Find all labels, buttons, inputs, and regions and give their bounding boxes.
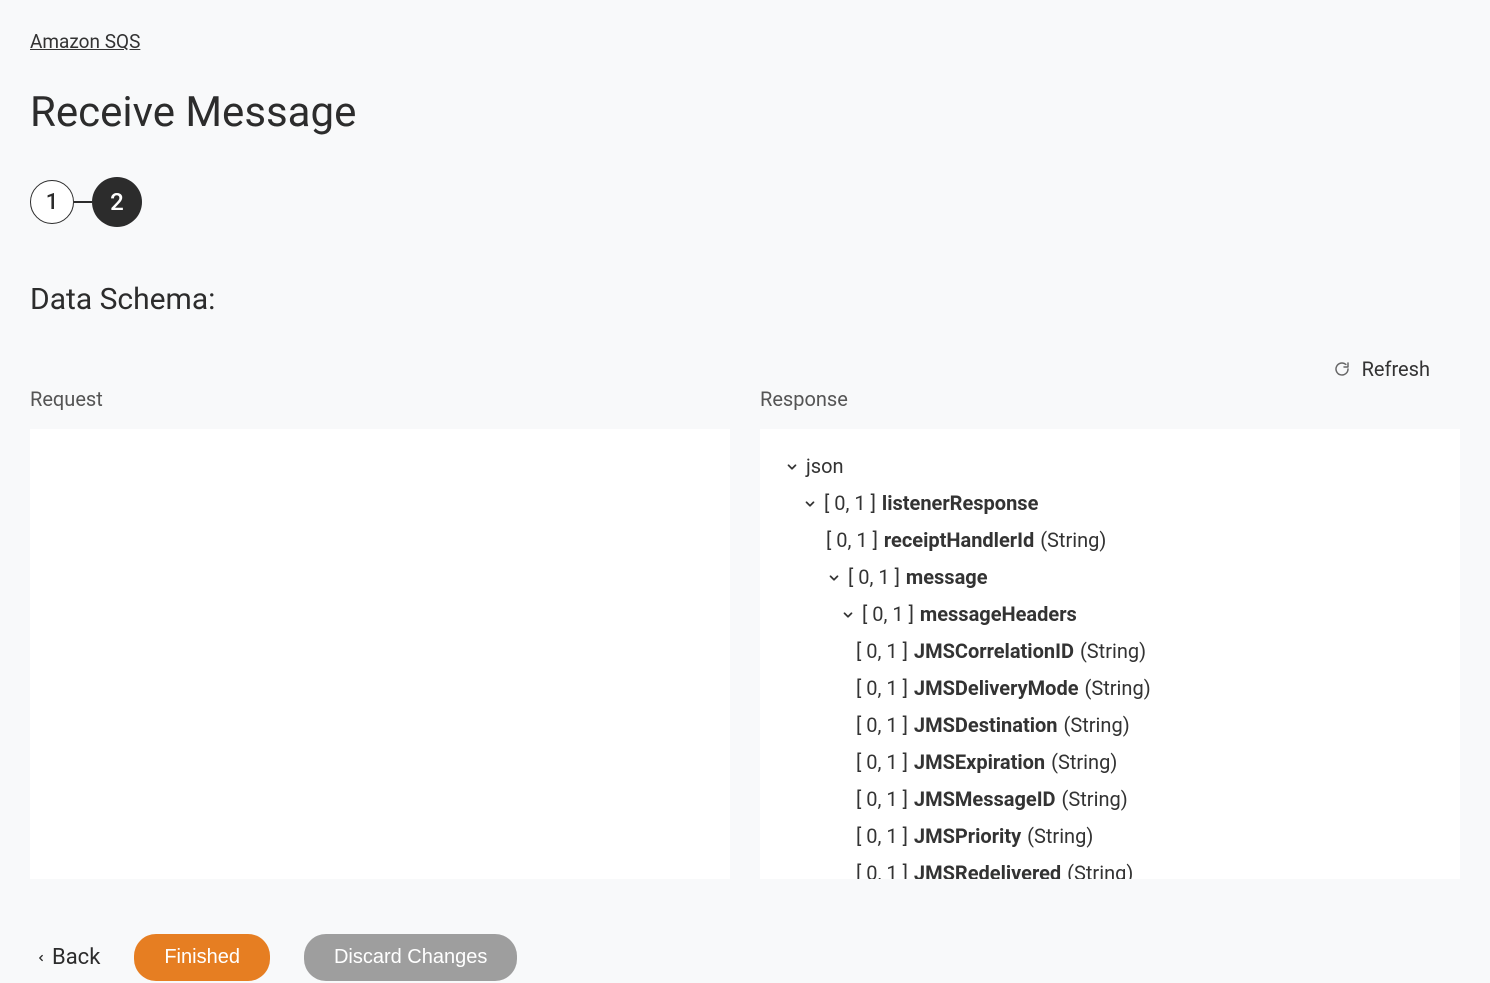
tree-node-header[interactable]: [ 0, 1 ]JMSDestination(String): [778, 710, 1442, 741]
tree-node-listener-response[interactable]: [ 0, 1 ] listenerResponse: [778, 488, 1442, 519]
cardinality: [ 0, 1 ]: [856, 858, 908, 879]
chevron-down-icon: [802, 496, 818, 512]
discard-changes-button[interactable]: Discard Changes: [304, 934, 517, 981]
tree-node-label: receiptHandlerId: [884, 525, 1034, 556]
cardinality: [ 0, 1 ]: [856, 636, 908, 667]
tree-node-type: (String): [1064, 710, 1130, 741]
tree-node-label: JMSDeliveryMode: [914, 673, 1079, 704]
tree-node-message[interactable]: [ 0, 1 ] message: [778, 562, 1442, 593]
tree-node-receipt-handler-id[interactable]: [ 0, 1 ] receiptHandlerId (String): [778, 525, 1442, 556]
chevron-down-icon: [826, 570, 842, 586]
back-label: Back: [52, 945, 100, 970]
tree-node-label: JMSMessageID: [914, 784, 1056, 815]
cardinality: [ 0, 1 ]: [856, 673, 908, 704]
stepper: 1 2: [30, 177, 1460, 227]
back-button[interactable]: Back: [36, 945, 100, 970]
breadcrumb-link[interactable]: Amazon SQS: [30, 30, 140, 53]
step-1[interactable]: 1: [30, 180, 74, 224]
refresh-button[interactable]: Refresh: [30, 357, 1460, 381]
tree-node-type: (String): [1067, 858, 1133, 879]
tree-node-label: listenerResponse: [882, 488, 1038, 519]
cardinality: [ 0, 1 ]: [824, 488, 876, 519]
tree-node-label: JMSPriority: [914, 821, 1021, 852]
tree-node-header[interactable]: [ 0, 1 ]JMSExpiration(String): [778, 747, 1442, 778]
tree-node-header[interactable]: [ 0, 1 ]JMSCorrelationID(String): [778, 636, 1442, 667]
page-title: Receive Message: [30, 88, 1460, 137]
cardinality: [ 0, 1 ]: [862, 599, 914, 630]
tree-node-type: (String): [1027, 821, 1093, 852]
finished-button[interactable]: Finished: [134, 934, 270, 981]
step-connector: [74, 201, 92, 203]
tree-node-type: (String): [1080, 636, 1146, 667]
tree-node-type: (String): [1085, 673, 1151, 704]
cardinality: [ 0, 1 ]: [848, 562, 900, 593]
tree-node-json[interactable]: json: [778, 451, 1442, 482]
response-panel-label: Response: [760, 387, 1460, 411]
response-panel: json [ 0, 1 ] listenerResponse [ 0, 1 ] …: [760, 429, 1460, 879]
tree-node-label: messageHeaders: [920, 599, 1077, 630]
refresh-icon: [1334, 361, 1350, 377]
chevron-down-icon: [840, 607, 856, 623]
tree-node-label: message: [906, 562, 988, 593]
cardinality: [ 0, 1 ]: [856, 747, 908, 778]
cardinality: [ 0, 1 ]: [826, 525, 878, 556]
request-panel: [30, 429, 730, 879]
cardinality: [ 0, 1 ]: [856, 710, 908, 741]
refresh-label: Refresh: [1362, 357, 1430, 381]
tree-node-header[interactable]: [ 0, 1 ]JMSDeliveryMode(String): [778, 673, 1442, 704]
tree-node-header[interactable]: [ 0, 1 ] JMSRedelivered (String): [778, 858, 1442, 879]
cardinality: [ 0, 1 ]: [856, 821, 908, 852]
tree-node-label: JMSDestination: [914, 710, 1058, 741]
tree-node-message-headers[interactable]: [ 0, 1 ] messageHeaders: [778, 599, 1442, 630]
tree-node-label: JMSExpiration: [914, 747, 1045, 778]
tree-node-type: (String): [1062, 784, 1128, 815]
request-panel-label: Request: [30, 387, 730, 411]
tree-node-header[interactable]: [ 0, 1 ]JMSPriority(String): [778, 821, 1442, 852]
cardinality: [ 0, 1 ]: [856, 784, 908, 815]
tree-node-type: (String): [1040, 525, 1106, 556]
tree-node-label: JMSRedelivered: [914, 858, 1061, 879]
chevron-down-icon: [784, 459, 800, 475]
section-heading-data-schema: Data Schema:: [30, 282, 1460, 317]
tree-node-label: json: [806, 451, 844, 482]
tree-node-type: (String): [1051, 747, 1117, 778]
tree-node-header[interactable]: [ 0, 1 ]JMSMessageID(String): [778, 784, 1442, 815]
tree-node-label: JMSCorrelationID: [914, 636, 1074, 667]
step-2[interactable]: 2: [92, 177, 142, 227]
chevron-left-icon: [36, 951, 46, 965]
